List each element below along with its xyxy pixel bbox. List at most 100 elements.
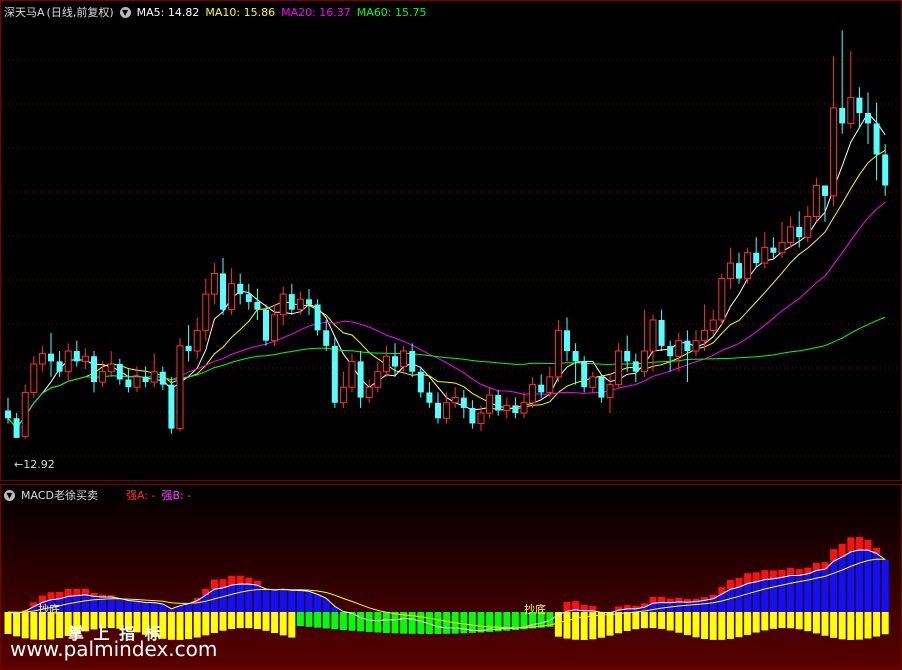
chevron-down-icon[interactable]: ▼ [4,489,15,501]
period-label: (日线,前复权) [46,6,114,19]
macd-bar-red [202,588,210,596]
candle-body-down [263,309,269,341]
candle-body-up [546,376,554,393]
ma60-label: MA60: [356,5,392,19]
candle[interactable] [331,335,338,408]
candle-body-up [718,278,726,321]
macd-base-bar [253,612,261,630]
candle[interactable] [581,356,588,393]
macd-bar-blue [314,594,322,612]
candle[interactable] [168,376,175,434]
candle[interactable] [176,338,184,432]
candle-body-down [73,351,80,362]
macd-base-bar [30,612,38,640]
candle-body-down [753,252,760,264]
candle-body-down [5,410,11,419]
macd-base-bar [864,612,872,639]
candle-body-up [133,376,141,388]
candle-body-down [288,294,295,310]
macd-base-bar [185,612,193,640]
candle-body-down [48,353,54,362]
ma60-readout: MA60: 15.75 [357,6,427,19]
macd-bar-red [769,570,777,579]
macd-base-bar [21,612,29,639]
macd-base-bar [262,612,270,631]
candle-body-up [692,340,700,352]
macd-bar-red [236,575,244,584]
macd-base-bar [718,612,726,640]
macd-base-bar [193,612,201,638]
macd-base-bar [623,612,631,631]
candle[interactable] [263,304,269,346]
price-panel[interactable] [0,0,902,481]
signal-label-bottom-1: 抄底 [38,603,60,616]
candle-body-up [615,350,623,386]
candle-body-down [882,154,889,186]
macd-bar-blue [735,587,743,612]
candle-body-up [761,247,769,264]
indicator-name: MACD老徐买卖 [21,489,98,502]
candle-body-down [435,402,441,419]
macd-bar-blue [873,553,881,612]
macd-bar-red [623,605,631,609]
macd-base-bar [735,612,743,638]
macd-base-bar [357,612,365,632]
macd-bar-blue [210,589,218,612]
candle-body-down [538,384,545,393]
macd-bar-blue [296,590,304,612]
candle-body-up [744,252,752,280]
macd-base-bar [391,612,399,634]
candle[interactable] [718,273,726,326]
macd-bar-blue [744,583,752,612]
candle-body-up [726,262,734,280]
macd-base-bar [692,612,700,638]
macd-bar-blue [847,551,855,612]
macd-bar-blue [288,590,296,612]
signal-label-bottom-2: 抄底 [524,603,546,616]
macd-bar-blue [331,606,339,612]
candle-body-down [56,361,63,372]
chevron-down-icon[interactable]: ▼ [119,6,131,18]
candle-body-up [348,360,356,388]
macd-base-bar [881,612,889,635]
candle-body-up [701,329,709,342]
stock-chart-canvas[interactable] [0,0,902,670]
macd-bar-blue [761,579,769,612]
macd-base-bar [709,612,717,640]
candle-body-down [426,392,433,403]
macd-base-bar [752,612,760,633]
candle[interactable] [744,247,752,284]
macd-base-bar [873,612,881,637]
macd-base-bar [176,612,184,640]
candle[interactable] [314,299,321,336]
macd-base-bar [787,612,795,629]
macd-bar-blue [838,556,846,612]
macd-base-bar [331,612,339,630]
candle-body-down [306,299,312,305]
macd-base-bar [314,612,322,628]
candle-body-down [873,123,880,155]
macd-bar-blue [726,589,734,612]
candle-body-up [778,241,786,254]
candle-body-down [822,185,828,196]
macd-base-bar [382,612,390,633]
candle-body-up [279,293,287,316]
macd-bar-blue [81,594,89,612]
macd-bar-blue [305,591,313,612]
candle-body-up [296,298,304,311]
macd-bar-blue [202,595,210,612]
macd-base-bar [13,612,21,637]
watermark-url: www.palmindex.com [10,637,218,661]
stock-name: 深天马A [4,6,45,19]
candle-body-up [709,319,717,331]
macd-bar-red [81,588,89,595]
macd-base-bar [365,612,373,632]
candle-body-down [598,376,605,398]
candle-body-down [91,356,97,383]
macd-bar-red [812,562,820,571]
candle-body-up [150,371,158,383]
candle[interactable] [21,384,29,439]
candle-body-up [271,314,279,342]
macd-bar-red [847,537,855,552]
macd-bar-blue [219,587,227,612]
